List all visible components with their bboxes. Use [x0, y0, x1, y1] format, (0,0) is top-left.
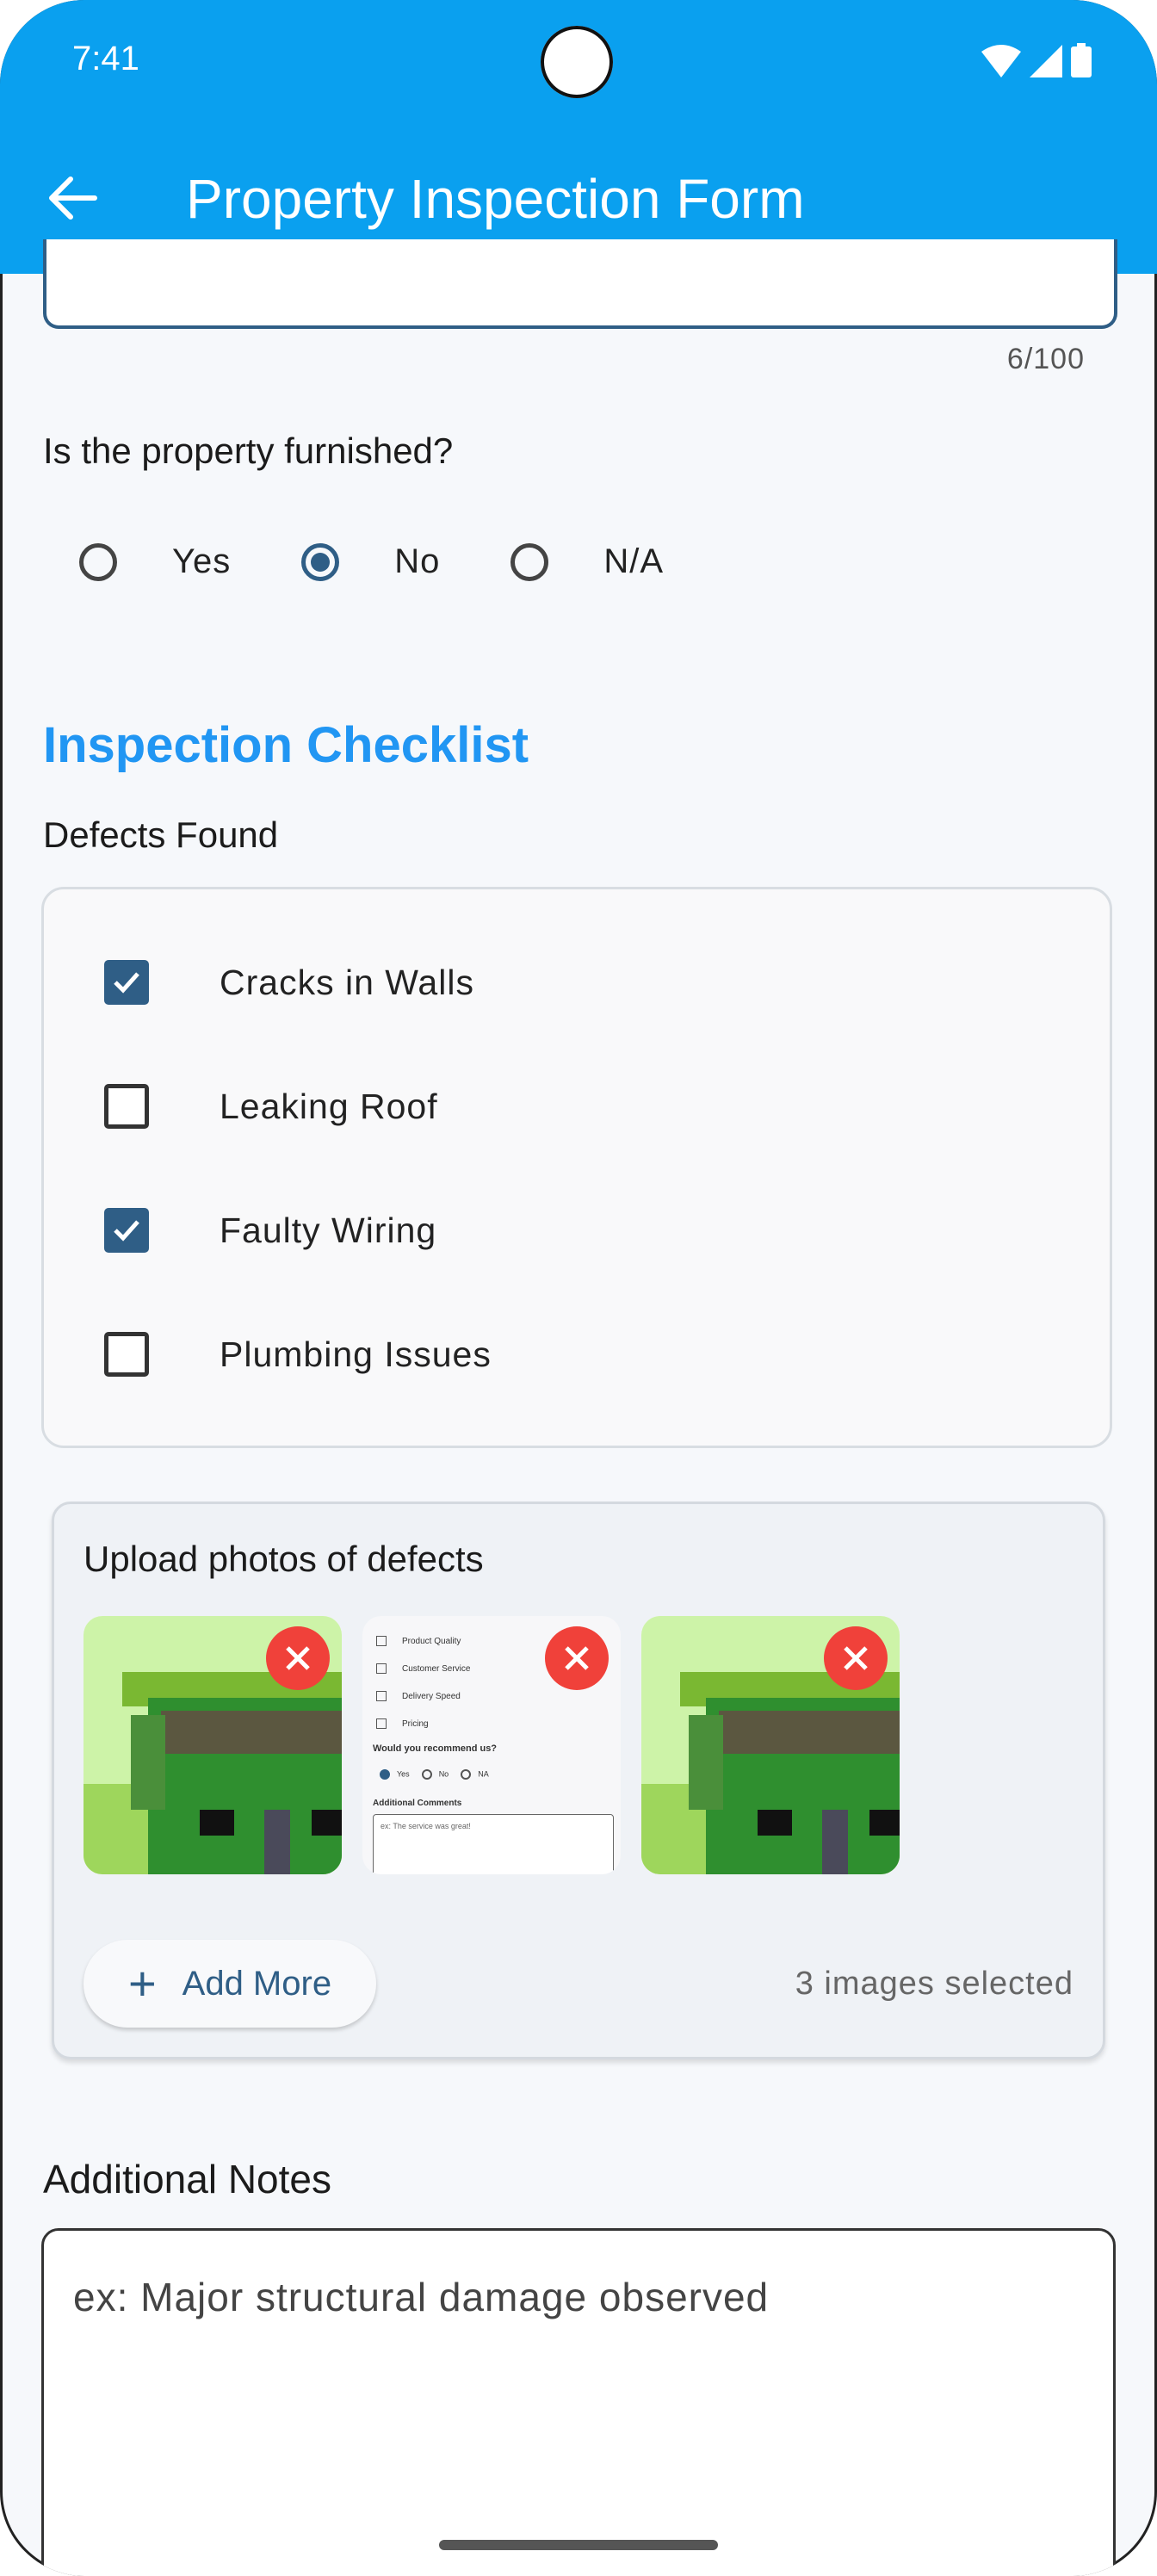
close-icon	[286, 1646, 310, 1670]
radio-label: N/A	[603, 542, 665, 580]
screenshot-item: Pricing	[376, 1711, 470, 1738]
checklist-label: Leaking Roof	[220, 1086, 438, 1126]
signal-icon	[1030, 45, 1062, 77]
screenshot-question: Would you recommend us?	[373, 1743, 498, 1754]
radio-label: No	[394, 542, 441, 580]
home-indicator[interactable]	[439, 2540, 718, 2550]
checkbox-checked[interactable]	[104, 960, 149, 1005]
check-icon	[114, 1220, 139, 1242]
add-more-button[interactable]: + Add More	[84, 1940, 376, 2028]
radio-label: Yes	[172, 542, 232, 580]
section-title: Inspection Checklist	[43, 717, 529, 773]
screenshot-comments-label: Additional Comments	[373, 1799, 462, 1808]
defects-label: Defects Found	[43, 814, 279, 855]
remove-photo-button[interactable]	[266, 1626, 330, 1690]
notes-label: Additional Notes	[43, 2157, 331, 2201]
radio-button[interactable]	[79, 542, 117, 581]
arrow-back-icon[interactable]	[45, 170, 100, 226]
screenshot-radios: Yes No NA	[380, 1769, 489, 1780]
checklist-item-wiring[interactable]: Faulty Wiring	[104, 1208, 436, 1253]
previous-text-field[interactable]	[43, 239, 1117, 329]
furnished-radio-group: Yes No N/A	[79, 542, 734, 581]
status-time: 7:41	[72, 40, 139, 77]
notes-textarea[interactable]: ex: Major structural damage observed	[41, 2228, 1116, 2576]
app-bar: 7:41 Property Inspection Form	[0, 0, 1157, 274]
radio-option-no[interactable]: No	[301, 542, 440, 581]
furnished-question: Is the property furnished?	[43, 430, 454, 471]
close-icon	[565, 1646, 589, 1670]
phone-screen: 7:41 Property Inspection Form 6/100 Is t…	[0, 0, 1157, 2576]
screenshot-item: Product Quality	[376, 1628, 470, 1656]
screenshot-item: Customer Service	[376, 1656, 470, 1683]
checkbox-checked[interactable]	[104, 1208, 149, 1253]
wifi-icon	[981, 45, 1021, 77]
upload-title: Upload photos of defects	[84, 1539, 484, 1579]
close-icon	[844, 1646, 868, 1670]
character-counter: 6/100	[1006, 343, 1085, 375]
selected-count: 3 images selected	[795, 1966, 1073, 2002]
checklist-label: Cracks in Walls	[220, 962, 474, 1002]
radio-button-selected[interactable]	[301, 542, 340, 581]
screenshot-item: Delivery Speed	[376, 1683, 470, 1711]
checkbox[interactable]	[104, 1332, 149, 1377]
checklist-item-plumbing[interactable]: Plumbing Issues	[104, 1332, 492, 1377]
battery-icon	[1071, 43, 1092, 77]
checklist-item-roof[interactable]: Leaking Roof	[104, 1084, 438, 1129]
status-icons	[981, 43, 1092, 77]
remove-photo-button[interactable]	[545, 1626, 609, 1690]
radio-option-na[interactable]: N/A	[510, 542, 664, 581]
photo-thumbnail[interactable]	[84, 1616, 342, 1874]
photo-upload-card: Upload photos of defects Product Quality…	[52, 1502, 1105, 2059]
radio-button[interactable]	[510, 542, 549, 581]
plus-icon: +	[127, 1956, 157, 2010]
checklist-item-cracks[interactable]: Cracks in Walls	[104, 960, 474, 1005]
remove-photo-button[interactable]	[824, 1626, 888, 1690]
photo-thumbnail[interactable]	[641, 1616, 900, 1874]
screenshot-comments-field: ex: The service was great!	[373, 1814, 614, 1874]
page-title: Property Inspection Form	[186, 168, 805, 230]
add-more-label: Add More	[182, 1964, 332, 2003]
check-icon	[114, 972, 139, 994]
photo-thumbnail[interactable]: Product Quality Customer Service Deliver…	[362, 1616, 621, 1874]
camera-cutout	[541, 26, 613, 98]
checklist-label: Plumbing Issues	[220, 1334, 492, 1374]
defects-checklist: Cracks in Walls Leaking Roof Faulty Wiri…	[41, 887, 1112, 1448]
notes-placeholder: ex: Major structural damage observed	[73, 2275, 770, 2319]
checkbox[interactable]	[104, 1084, 149, 1129]
checklist-label: Faulty Wiring	[220, 1210, 437, 1250]
radio-option-yes[interactable]: Yes	[79, 542, 231, 581]
